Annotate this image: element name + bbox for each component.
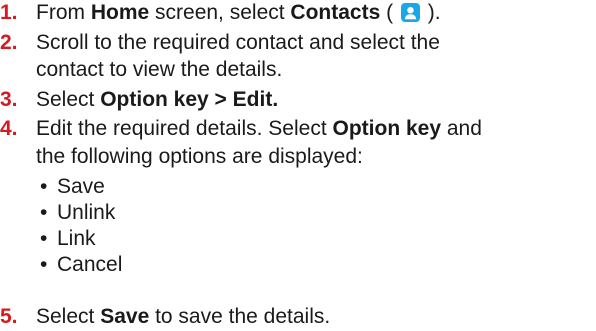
step-text-line-1: Edit the required details. Select Option… bbox=[36, 117, 482, 141]
text-run: and bbox=[441, 117, 482, 140]
contacts-icon bbox=[400, 3, 420, 22]
instruction-list: 1. From Home screen, select Contacts ( )… bbox=[0, 0, 596, 331]
option-key-edit-label: Option key > Edit. bbox=[100, 88, 279, 111]
step-text: Select Save to save the details. bbox=[36, 305, 330, 329]
bullet-dot: • bbox=[40, 253, 48, 276]
bullet-dot: • bbox=[40, 227, 48, 250]
list-item: • Unlink bbox=[40, 201, 115, 225]
step-number: 3. bbox=[0, 88, 18, 111]
step-number: 2. bbox=[0, 31, 18, 54]
bullet-dot: • bbox=[40, 175, 48, 198]
text-run: Select bbox=[36, 305, 101, 328]
step-text: Select Option key > Edit. bbox=[36, 88, 278, 112]
step-text: From Home screen, select Contacts ( ). bbox=[36, 1, 441, 25]
text-run: Edit the required details. Select bbox=[36, 117, 333, 140]
text-run: Select bbox=[36, 88, 101, 111]
step-text-line-2: the following options are displayed: bbox=[36, 145, 363, 168]
option-save: Save bbox=[57, 175, 105, 198]
text-run: screen, select bbox=[149, 1, 291, 24]
option-cancel: Cancel bbox=[57, 253, 123, 276]
home-label: Home bbox=[90, 1, 150, 24]
step-text-line-2: contact to view the details. bbox=[36, 58, 283, 81]
step-number: 1. bbox=[0, 1, 18, 24]
option-key-label: Option key bbox=[332, 117, 442, 140]
list-item: • Cancel bbox=[40, 253, 122, 277]
bullet-dot: • bbox=[40, 201, 48, 224]
step-number: 4. bbox=[0, 117, 18, 140]
step-number: 5. bbox=[0, 305, 18, 328]
option-link: Link bbox=[57, 227, 96, 250]
text-run: ( bbox=[380, 1, 399, 24]
list-item: • Link bbox=[40, 227, 96, 251]
step-text-line-1: Scroll to the required contact and selec… bbox=[36, 31, 440, 54]
text-run: ). bbox=[421, 1, 441, 24]
save-label: Save bbox=[100, 305, 150, 328]
option-unlink: Unlink bbox=[57, 201, 116, 224]
text-run: to save the details. bbox=[149, 305, 331, 328]
list-item: • Save bbox=[40, 175, 105, 199]
text-run: From bbox=[36, 1, 91, 24]
contacts-label: Contacts bbox=[290, 1, 381, 24]
